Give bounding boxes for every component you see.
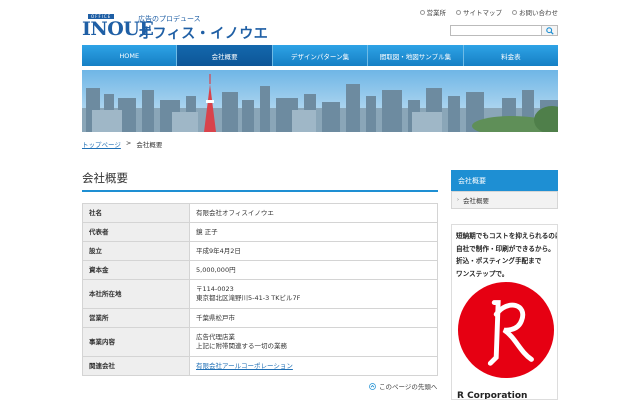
util-link-sitemap-label: サイトマップ xyxy=(463,9,502,17)
search-box xyxy=(450,25,558,36)
row-value: 5,000,000円 xyxy=(189,260,438,280)
table-row: 関連会社 有限会社アールコーポレーション xyxy=(82,356,438,376)
row-label: 代表者 xyxy=(82,222,190,242)
row-value: 〒114-0023 東京都北区滝野川5-41-3 TKビル7F xyxy=(189,279,438,309)
nav-floorplan-samples[interactable]: 間取図・地図サンプル集 xyxy=(368,45,464,66)
util-link-office[interactable]: 営業所 xyxy=(419,7,447,17)
row-label: 設立 xyxy=(82,241,190,261)
nav-company[interactable]: 会社概要 xyxy=(177,45,273,66)
related-company-link[interactable]: 有限会社アールコーポレーション xyxy=(196,362,293,370)
table-row: 設立 平成9年4月2日 xyxy=(82,241,438,261)
row-value: 有限会社オフィスイノウエ xyxy=(189,203,438,223)
r-corporation-logo-graphic xyxy=(457,281,555,379)
row-label: 資本金 xyxy=(82,260,190,280)
row-label: 営業所 xyxy=(82,308,190,328)
bullet-icon xyxy=(419,9,425,15)
bullet-icon xyxy=(456,9,461,15)
row-label: 事業内容 xyxy=(82,327,190,357)
arrow-up-circle-icon xyxy=(369,382,376,390)
table-row: 営業所 千葉県松戸市 xyxy=(82,308,438,328)
breadcrumb: トップページ > 会社概要 xyxy=(82,139,162,149)
postal-code: 〒114-0023 xyxy=(196,285,234,293)
promo-line: 短納期でもコストを抑えられるのは xyxy=(456,232,558,240)
table-row: 社名 有限会社オフィスイノウエ xyxy=(82,203,438,223)
page-title: 会社概要 xyxy=(82,170,438,192)
search-input[interactable] xyxy=(450,25,542,36)
row-value: 鏡 正子 xyxy=(189,222,438,242)
util-link-sitemap[interactable]: サイトマップ xyxy=(456,7,502,17)
row-label: 社名 xyxy=(82,203,190,223)
business-line-2: 上記に附帯関連する一切の業務 xyxy=(196,342,287,350)
utility-links: 営業所 サイトマップ お問い合わせ xyxy=(419,7,558,17)
promo-line: 自社で制作・印刷ができるから。 xyxy=(456,244,555,253)
chevron-right-icon: › xyxy=(457,197,459,203)
global-nav: HOME 会社概要 デザインパターン集 間取図・地図サンプル集 料金表 xyxy=(82,45,559,66)
row-value: 広告代理店業 上記に附帯関連する一切の業務 xyxy=(189,327,438,357)
table-row: 資本金 5,000,000円 xyxy=(82,260,438,280)
util-link-office-label: 営業所 xyxy=(426,9,447,17)
promo-line: 折込・ポスティング手配まで xyxy=(456,257,542,265)
nav-design-patterns[interactable]: デザインパターン集 xyxy=(272,45,369,66)
back-to-top-label: このページの先頭へ xyxy=(379,383,438,391)
business-line-1: 広告代理店業 xyxy=(196,333,235,341)
util-link-contact-label: お問い合わせ xyxy=(519,9,558,17)
table-row: 代表者 鏡 正子 xyxy=(82,222,438,242)
row-value: 千葉県松戸市 xyxy=(189,308,438,328)
row-value: 平成9年4月2日 xyxy=(189,241,438,261)
promo-line: ワンステップで。 xyxy=(456,269,509,278)
logo-company-name: オフィス・イノウエ xyxy=(138,26,269,42)
breadcrumb-home[interactable]: トップページ xyxy=(82,139,121,149)
sidebar-item-label: 会社概要 xyxy=(463,197,489,205)
sidebar-heading: 会社概要 xyxy=(451,170,558,191)
row-label: 関連会社 xyxy=(82,356,190,376)
hero-banner xyxy=(82,70,558,132)
table-row: 事業内容 広告代理店業 上記に附帯関連する一切の業務 xyxy=(82,327,438,357)
bullet-icon xyxy=(512,9,517,15)
util-link-contact[interactable]: お問い合わせ xyxy=(512,7,558,17)
promo-caption: R Corporation xyxy=(457,391,528,400)
search-button[interactable] xyxy=(542,25,558,36)
back-to-top-link[interactable]: このページの先頭へ xyxy=(369,381,437,391)
company-info-table: 社名 有限会社オフィスイノウエ 代表者 鏡 正子 設立 平成9年4月2日 資本金… xyxy=(82,203,438,376)
row-value: 有限会社アールコーポレーション xyxy=(189,356,438,376)
promo-text: 短納期でもコストを抑えられるのは 自社で制作・印刷ができるから。 折込・ポスティ… xyxy=(456,230,558,280)
nav-pricing[interactable]: 料金表 xyxy=(463,45,559,66)
city-skyline-image xyxy=(82,70,558,132)
site-logo[interactable]: OFFICE INOUE 広告のプロデュース オフィス・イノウエ xyxy=(82,14,268,42)
sidebar-item-company[interactable]: › 会社概要 xyxy=(451,191,558,209)
address: 東京都北区滝野川5-41-3 TKビル7F xyxy=(196,294,301,302)
breadcrumb-current: 会社概要 xyxy=(136,141,163,149)
promo-banner[interactable]: 短納期でもコストを抑えられるのは 自社で制作・印刷ができるから。 折込・ポスティ… xyxy=(451,224,558,400)
nav-home[interactable]: HOME xyxy=(82,45,178,66)
breadcrumb-separator: > xyxy=(125,139,132,147)
row-label: 本社所在地 xyxy=(82,279,190,309)
search-icon xyxy=(545,26,554,35)
table-row: 本社所在地 〒114-0023 東京都北区滝野川5-41-3 TKビル7F xyxy=(82,279,438,309)
